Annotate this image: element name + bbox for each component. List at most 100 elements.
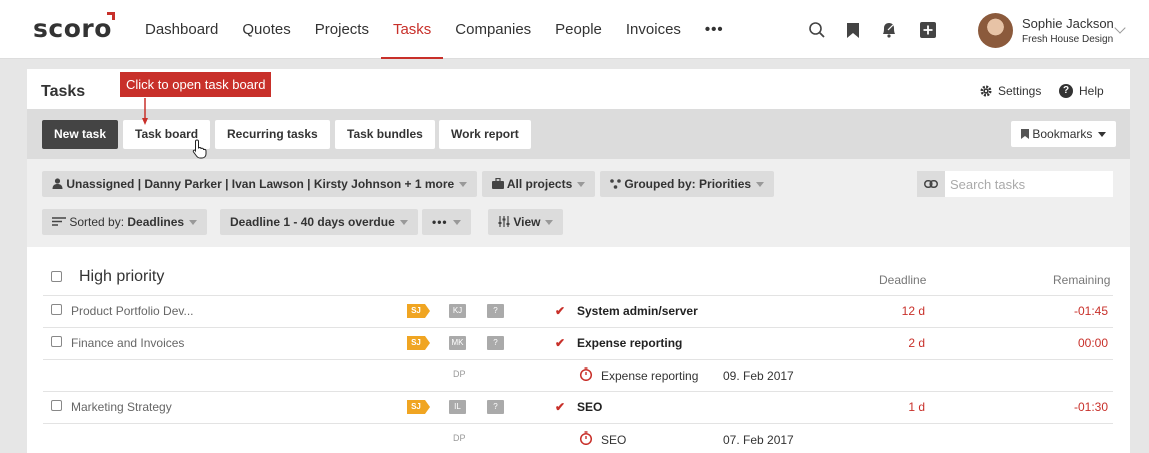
caret-down-icon <box>459 182 468 188</box>
logo[interactable]: scoro <box>33 14 112 43</box>
checkmark-icon[interactable]: ✔ <box>555 336 565 350</box>
main-menu: Dashboard Quotes Projects Tasks Companie… <box>133 0 736 59</box>
table-row[interactable]: Product Portfolio Dev... SJ KJ ? ✔ Syste… <box>43 295 1113 327</box>
task-name[interactable]: System admin/server <box>577 304 698 318</box>
task-bundles-button[interactable]: Task bundles <box>335 120 435 149</box>
column-header-deadline[interactable]: Deadline <box>879 273 926 287</box>
unknown-badge: ? <box>487 304 504 318</box>
briefcase-icon <box>492 177 504 189</box>
nav-companies[interactable]: Companies <box>443 0 543 59</box>
group-by-filter[interactable]: Grouped by: Priorities <box>600 171 775 197</box>
caret-down-icon <box>399 220 408 226</box>
task-name[interactable]: Expense reporting <box>577 336 682 350</box>
table-row[interactable]: Marketing Strategy SJ IL ? ✔ SEO 1 d -01… <box>43 391 1113 423</box>
settings-label: Settings <box>998 84 1042 98</box>
remaining-value: -01:45 <box>1073 304 1108 318</box>
group-title: High priority <box>79 268 165 285</box>
remaining-value: 00:00 <box>1077 336 1108 350</box>
caret-down-icon <box>756 182 765 188</box>
select-all-checkbox[interactable] <box>51 271 62 282</box>
sliders-icon <box>498 216 510 227</box>
deadline-value: 2 d <box>908 336 925 350</box>
help-button[interactable]: ? Help <box>1059 84 1104 98</box>
deadline-filter[interactable]: Deadline 1 - 40 days overdue <box>220 209 418 235</box>
filter-bar: Unassigned | Danny Parker | Ivan Lawson … <box>27 159 1130 247</box>
search-icon[interactable] <box>807 20 827 40</box>
plus-square-icon[interactable] <box>918 20 938 40</box>
top-navigation: scoro Dashboard Quotes Projects Tasks Co… <box>0 0 1149 59</box>
deadline-value: 1 d <box>908 400 925 414</box>
assignee-filter-label: Unassigned | Danny Parker | Ivan Lawson … <box>66 177 455 191</box>
group-by-prefix: Grouped by: <box>624 177 696 191</box>
task-board-tooltip: Click to open task board <box>120 72 272 97</box>
caret-down-icon <box>1097 132 1106 138</box>
remaining-value: -01:30 <box>1073 400 1108 414</box>
project-name[interactable]: Finance and Invoices <box>71 336 184 350</box>
nav-projects[interactable]: Projects <box>303 0 381 59</box>
more-dots: ••• <box>432 215 448 229</box>
stopwatch-icon[interactable] <box>579 431 593 445</box>
view-dropdown[interactable]: View <box>488 209 564 235</box>
column-header-remaining[interactable]: Remaining <box>1053 273 1110 287</box>
user-name[interactable]: Sophie Jackson <box>1022 16 1114 31</box>
table-row[interactable]: Finance and Invoices SJ MK ? ✔ Expense r… <box>43 327 1113 359</box>
group-by-value: Priorities <box>699 177 752 191</box>
nav-quotes[interactable]: Quotes <box>230 0 302 59</box>
assignee-badge: IL <box>449 400 466 414</box>
caret-down-icon <box>577 182 586 188</box>
more-filters-button[interactable]: ••• <box>422 209 471 235</box>
page-title: Tasks <box>41 83 86 100</box>
new-task-button[interactable]: New task <box>42 120 119 149</box>
unknown-badge: ? <box>487 336 504 350</box>
help-icon: ? <box>1059 84 1073 98</box>
person-icon <box>52 178 63 189</box>
row-checkbox[interactable] <box>51 304 62 315</box>
nav-invoices[interactable]: Invoices <box>614 0 693 59</box>
nav-people[interactable]: People <box>543 0 614 59</box>
time-entry-row[interactable]: DP SEO 07. Feb 2017 <box>43 423 1113 453</box>
logo-mark-icon <box>107 12 115 20</box>
row-checkbox[interactable] <box>51 336 62 347</box>
nav-dashboard[interactable]: Dashboard <box>133 0 230 59</box>
project-name[interactable]: Product Portfolio Dev... <box>71 304 194 318</box>
user-company: Fresh House Design <box>1022 34 1114 45</box>
nav-more-button[interactable]: ••• <box>693 0 736 59</box>
settings-button[interactable]: Settings <box>979 84 1041 98</box>
assignee-initials: DP <box>453 369 466 379</box>
sort-prefix: Sorted by: <box>69 215 125 229</box>
time-entry-row[interactable]: DP Expense reporting 09. Feb 2017 <box>43 359 1113 391</box>
recurring-tasks-button[interactable]: Recurring tasks <box>215 120 330 149</box>
link-icon[interactable] <box>917 171 945 197</box>
checkmark-icon[interactable]: ✔ <box>555 304 565 318</box>
stopwatch-icon[interactable] <box>579 367 593 381</box>
deadline-filter-label: Deadline 1 - 40 days overdue <box>230 215 395 229</box>
owner-badge: SJ <box>407 400 430 414</box>
sort-filter[interactable]: Sorted by: Deadlines <box>42 209 208 235</box>
task-name[interactable]: SEO <box>577 400 602 414</box>
hierarchy-icon <box>610 179 621 189</box>
projects-filter[interactable]: All projects <box>482 171 596 197</box>
checkmark-icon[interactable]: ✔ <box>555 400 565 414</box>
search-input[interactable] <box>945 171 1113 197</box>
nav-tasks[interactable]: Tasks <box>380 0 444 59</box>
caret-down-icon <box>452 220 461 226</box>
unknown-badge: ? <box>487 400 504 414</box>
assignee-filter[interactable]: Unassigned | Danny Parker | Ivan Lawson … <box>42 171 478 197</box>
project-name[interactable]: Marketing Strategy <box>71 400 172 414</box>
group-header-high-priority: High priority Deadline Remaining <box>43 268 1113 290</box>
work-report-button[interactable]: Work report <box>439 120 531 149</box>
time-entry-date: 09. Feb 2017 <box>723 369 794 383</box>
deadline-value: 12 d <box>901 304 925 318</box>
bookmarks-label: Bookmarks <box>1032 127 1093 141</box>
time-entry-name: Expense reporting <box>601 369 699 383</box>
chevron-down-icon[interactable] <box>1114 22 1126 34</box>
view-label: View <box>513 215 541 229</box>
bookmark-icon[interactable] <box>843 20 863 40</box>
assignee-badge: KJ <box>449 304 466 318</box>
caret-down-icon <box>189 220 198 226</box>
bookmarks-dropdown[interactable]: Bookmarks <box>1011 121 1116 147</box>
bell-icon[interactable] <box>879 20 899 40</box>
row-checkbox[interactable] <box>51 400 62 411</box>
avatar[interactable] <box>978 13 1013 48</box>
gear-icon <box>980 85 992 97</box>
